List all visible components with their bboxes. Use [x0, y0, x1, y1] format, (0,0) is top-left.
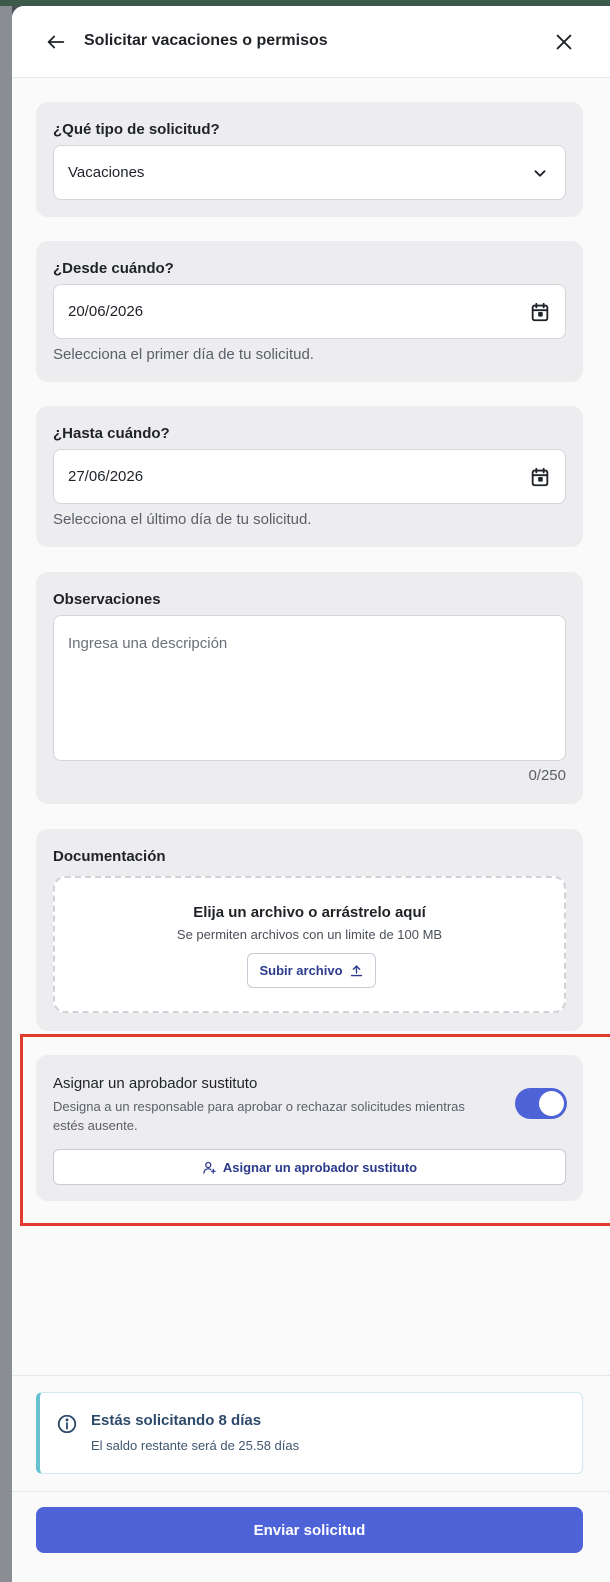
request-drawer: Solicitar vacaciones o permisos ¿Qué tip… — [12, 6, 610, 1582]
notes-textarea[interactable]: Ingresa una descripción — [53, 615, 566, 761]
start-date-field[interactable]: 20/06/2026 — [53, 284, 566, 339]
upload-file-button[interactable]: Subir archivo — [247, 953, 376, 988]
drawer-footer: Estás solicitando 8 días El saldo restan… — [12, 1375, 610, 1582]
request-type-select[interactable]: Vacaciones — [53, 145, 566, 200]
request-type-value: Vacaciones — [68, 164, 145, 181]
calendar-icon[interactable] — [529, 301, 551, 323]
upload-icon — [350, 965, 362, 977]
end-date-card: ¿Hasta cuándo? 27/06/2026 Selecciona el … — [36, 406, 583, 547]
notes-label: Observaciones — [53, 591, 161, 608]
documentation-card: Documentación Elija un archivo o arrástr… — [36, 829, 583, 1031]
request-type-card: ¿Qué tipo de solicitud? Vacaciones — [36, 102, 583, 217]
days-info-subtitle: El saldo restante será de 25.58 días — [91, 1438, 300, 1453]
highlight-box — [20, 1034, 610, 1226]
drawer-header: Solicitar vacaciones o permisos — [12, 6, 610, 78]
background-overlay — [0, 6, 12, 1582]
submit-request-button[interactable]: Enviar solicitud — [36, 1507, 583, 1553]
end-date-field[interactable]: 27/06/2026 — [53, 449, 566, 504]
footer-divider — [12, 1491, 610, 1492]
start-date-card: ¿Desde cuándo? 20/06/2026 Selecciona el … — [36, 241, 583, 382]
file-dropzone[interactable]: Elija un archivo o arrástrelo aquí Se pe… — [53, 876, 566, 1013]
request-type-label: ¿Qué tipo de solicitud? — [53, 121, 220, 138]
chevron-down-icon — [529, 162, 551, 184]
start-date-label: ¿Desde cuándo? — [53, 260, 174, 277]
calendar-icon[interactable] — [529, 466, 551, 488]
days-info-alert: Estás solicitando 8 días El saldo restan… — [36, 1392, 583, 1474]
char-counter: 0/250 — [528, 767, 566, 784]
start-date-value: 20/06/2026 — [68, 303, 144, 320]
end-date-value: 27/06/2026 — [68, 468, 144, 485]
notes-card: Observaciones Ingresa una descripción 0/… — [36, 572, 583, 804]
close-icon[interactable] — [550, 28, 578, 56]
page-title: Solicitar vacaciones o permisos — [84, 32, 328, 49]
info-icon — [56, 1413, 78, 1435]
dropzone-title: Elija un archivo o arrástrelo aquí — [193, 904, 426, 921]
end-date-helper: Selecciona el último día de tu solicitud… — [53, 511, 312, 528]
upload-button-label: Subir archivo — [259, 963, 343, 978]
start-date-helper: Selecciona el primer día de tu solicitud… — [53, 346, 314, 363]
days-info-title: Estás solicitando 8 días — [91, 1412, 262, 1429]
dropzone-subtitle: Se permiten archivos con un limite de 10… — [176, 927, 443, 942]
back-arrow-icon[interactable] — [42, 28, 70, 56]
end-date-label: ¿Hasta cuándo? — [53, 425, 170, 442]
documentation-label: Documentación — [53, 848, 166, 865]
notes-placeholder: Ingresa una descripción — [68, 635, 228, 652]
